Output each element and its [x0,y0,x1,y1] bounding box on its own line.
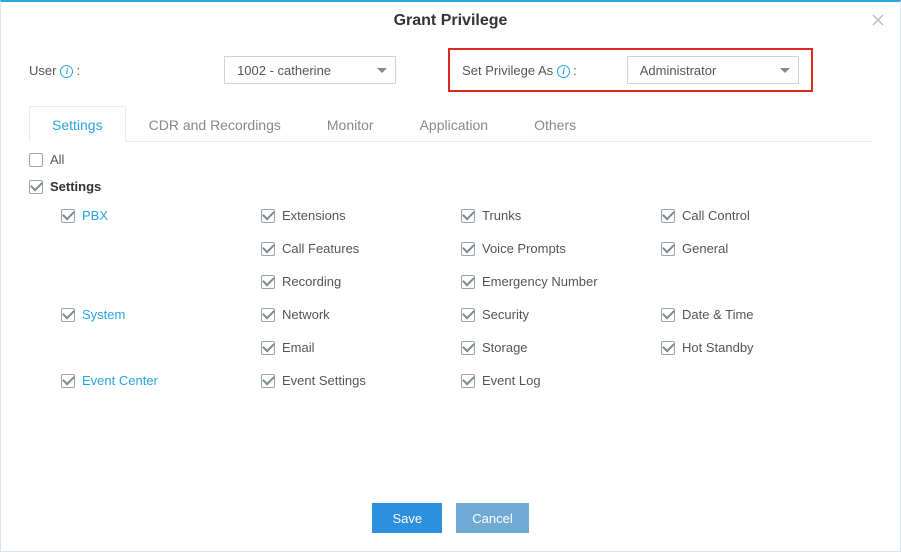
settings-heading: Settings [50,179,101,194]
tab-others[interactable]: Others [511,106,599,142]
label-hot-standby: Hot Standby [682,340,754,355]
chevron-down-icon [780,68,790,73]
checkbox-date-time[interactable] [661,308,675,322]
label-extensions: Extensions [282,208,346,223]
group-event-center-row1: Event Center Event Settings Event Log [61,373,872,404]
colon: : [573,63,577,78]
group-pbx-row3: Recording Emergency Number [61,274,872,305]
set-privilege-highlight: Set Privilege As : Administrator [448,48,813,92]
cancel-button[interactable]: Cancel [456,503,528,533]
label-event-log: Event Log [482,373,541,388]
group-system-row1: System Network Security Date & Time [61,307,872,338]
tab-application[interactable]: Application [397,106,512,142]
checkbox-settings[interactable] [29,180,43,194]
grant-privilege-dialog: Grant Privilege User : 1002 - catherine … [0,0,901,552]
dialog-footer: Save Cancel [1,491,900,551]
checkbox-pbx[interactable] [61,209,75,223]
dialog-title: Grant Privilege [394,12,508,29]
checkbox-system[interactable] [61,308,75,322]
checkbox-security[interactable] [461,308,475,322]
label-network: Network [282,307,330,322]
group-pbx-label: PBX [82,208,108,223]
config-row: User : 1002 - catherine Set Privilege As… [29,48,872,92]
label-email: Email [282,340,315,355]
checkbox-recording[interactable] [261,275,275,289]
privilege-select[interactable]: Administrator [627,56,799,84]
checkbox-emergency-number[interactable] [461,275,475,289]
tab-bar: Settings CDR and Recordings Monitor Appl… [29,106,872,142]
group-system-label: System [82,307,125,322]
info-icon[interactable] [60,65,73,78]
checkbox-all[interactable] [29,153,43,167]
dialog-header: Grant Privilege [1,2,900,36]
checkbox-event-settings[interactable] [261,374,275,388]
checkbox-storage[interactable] [461,341,475,355]
set-privilege-label: Set Privilege As : [462,63,577,78]
user-label: User : [29,63,80,78]
checkbox-hot-standby[interactable] [661,341,675,355]
label-general: General [682,241,728,256]
colon: : [76,63,80,78]
dialog-body: User : 1002 - catherine Set Privilege As… [1,36,900,491]
label-event-settings: Event Settings [282,373,366,388]
user-select[interactable]: 1002 - catherine [224,56,396,84]
label-security: Security [482,307,529,322]
checkbox-call-control[interactable] [661,209,675,223]
label-emergency-number: Emergency Number [482,274,598,289]
checkbox-network[interactable] [261,308,275,322]
group-system-row2: Email Storage Hot Standby [61,340,872,371]
save-button[interactable]: Save [372,503,442,533]
group-pbx-row2: Call Features Voice Prompts General [61,241,872,272]
checkbox-call-features[interactable] [261,242,275,256]
checkbox-all-row: All [29,152,872,167]
label-storage: Storage [482,340,528,355]
user-label-text: User [29,63,56,78]
label-voice-prompts: Voice Prompts [482,241,566,256]
checkbox-event-center[interactable] [61,374,75,388]
checkbox-all-label: All [50,152,64,167]
tab-settings[interactable]: Settings [29,106,126,142]
checkbox-trunks[interactable] [461,209,475,223]
group-event-center-label: Event Center [82,373,158,388]
tab-monitor[interactable]: Monitor [304,106,397,142]
checkbox-event-log[interactable] [461,374,475,388]
info-icon[interactable] [557,65,570,78]
tab-cdr-recordings[interactable]: CDR and Recordings [126,106,304,142]
checkbox-voice-prompts[interactable] [461,242,475,256]
label-call-control: Call Control [682,208,750,223]
close-icon[interactable] [870,12,886,28]
label-call-features: Call Features [282,241,359,256]
label-trunks: Trunks [482,208,521,223]
chevron-down-icon [377,68,387,73]
group-pbx-row1: PBX Extensions Trunks Call Control [61,208,872,239]
checkbox-general[interactable] [661,242,675,256]
checkbox-extensions[interactable] [261,209,275,223]
settings-heading-row: Settings [29,179,872,194]
privilege-select-value: Administrator [640,63,717,78]
checkbox-email[interactable] [261,341,275,355]
set-privilege-text: Set Privilege As [462,63,553,78]
user-select-value: 1002 - catherine [237,63,331,78]
label-recording: Recording [282,274,341,289]
label-date-time: Date & Time [682,307,754,322]
